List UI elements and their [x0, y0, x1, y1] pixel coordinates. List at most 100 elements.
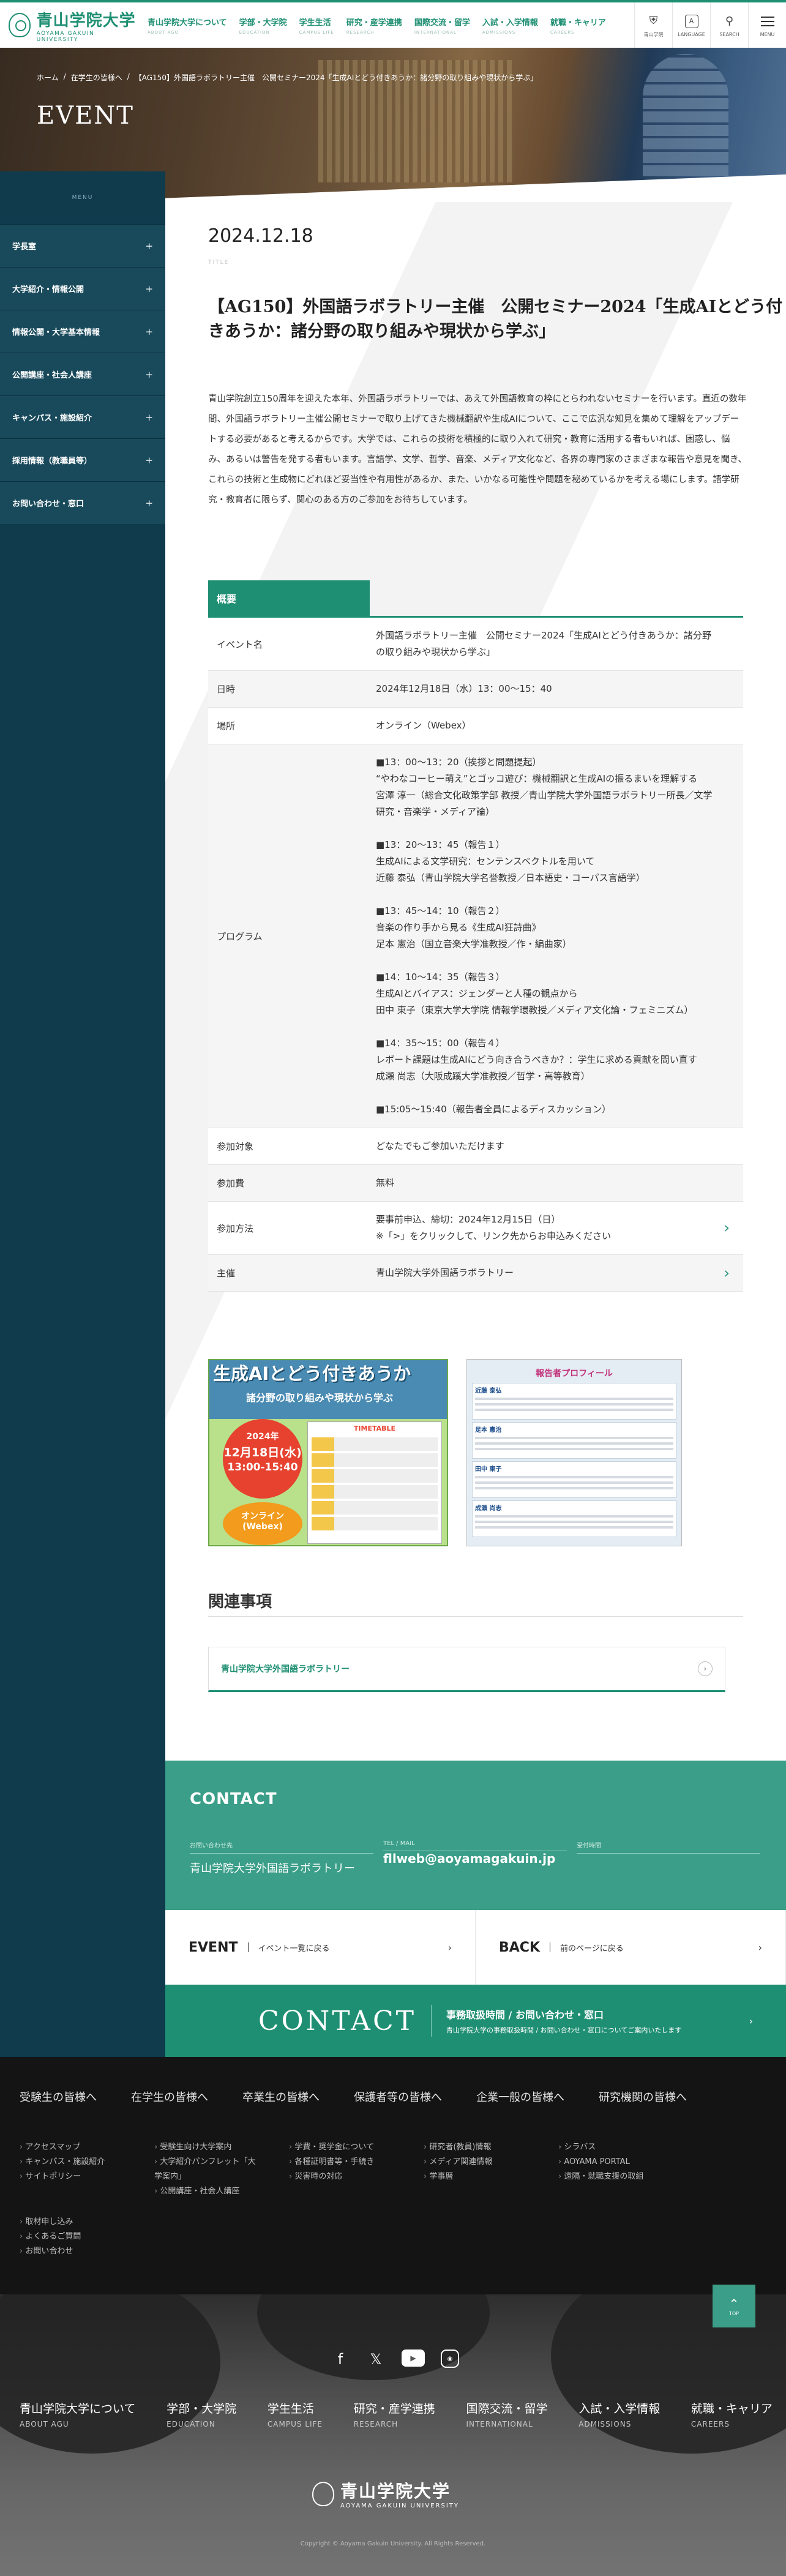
- fnav-admissions[interactable]: 入試・入学情報 ADMISSIONS: [578, 2400, 660, 2428]
- instagram-icon[interactable]: ◉: [441, 2349, 459, 2369]
- footer-global-nav: 青山学院大学について ABOUT AGU 学部・大学院 EDUCATION 学生生活…: [20, 2400, 773, 2428]
- host-link-arrow-icon[interactable]: ›: [724, 1265, 730, 1281]
- gnav-about[interactable]: 青山学院大学について ABOUT AGU: [148, 16, 227, 35]
- footer-link[interactable]: お問い合わせ: [20, 2244, 786, 2259]
- gnav-research[interactable]: 研究・産学連携 RESEARCH: [346, 16, 402, 35]
- event-list-button[interactable]: EVENT イベント一覧に戻る ›: [165, 1910, 476, 1985]
- footer-link[interactable]: 遠隔・就職支援の取組: [558, 2170, 662, 2184]
- sidebar-item-contact[interactable]: お問い合わせ・窓口 +: [0, 481, 165, 524]
- fnav-campus-life[interactable]: 学生生活 CAMPUS LIFE: [268, 2400, 323, 2428]
- gnav-admissions[interactable]: 入試・入学情報 ADMISSIONS: [482, 16, 538, 35]
- sidebar-item-open-lectures[interactable]: 公開講座・社会人講座 +: [0, 353, 165, 395]
- footer-link[interactable]: 災害時の対応: [289, 2170, 393, 2184]
- fnav-careers[interactable]: 就職・キャリア CAREERS: [691, 2400, 773, 2428]
- sidebar-item-disclosure[interactable]: 情報公開・大学基本情報 +: [0, 310, 165, 353]
- overview-tab: 概要: [208, 580, 370, 616]
- table-row-program: プログラム ■13：00～13：20（挨拶と問題提起） “やわなコーヒー萌え”とゴ…: [208, 744, 743, 1128]
- gnav-campus-life[interactable]: 学生生活 CAMPUS LIFE: [299, 16, 334, 35]
- footer-link[interactable]: アクセスマップ: [20, 2140, 124, 2155]
- plus-icon: +: [145, 369, 153, 380]
- gnav-education[interactable]: 学部・大学院 EDUCATION: [239, 16, 287, 35]
- footer-link[interactable]: よくあるご質問: [20, 2230, 786, 2244]
- fnav-education[interactable]: 学部・大学院 EDUCATION: [167, 2400, 236, 2428]
- footer-link[interactable]: 各種証明書等・手続き: [289, 2155, 393, 2170]
- event-flyer-front[interactable]: 生成AIとどう付きあうか 諸分野の取り組みや現状から学ぶ 2024年 12月18…: [208, 1359, 448, 1546]
- header-utility: ⛨ 青山学院 A LANGUAGE ⚲ SEARCH MENU: [634, 2, 786, 48]
- youtube-icon[interactable]: ▶: [402, 2349, 425, 2369]
- breadcrumb-students[interactable]: 在学生の皆様へ: [71, 72, 122, 83]
- site-logo[interactable]: 青山学院大学 AOYAMA GAKUIN UNIVERSITY: [0, 8, 138, 43]
- sidebar-item-about[interactable]: 大学紹介・情報公開 +: [0, 267, 165, 310]
- flyer-timetable: TIMETABLE: [307, 1421, 442, 1544]
- table-row: 参加対象 どなたでもご参加いただけます: [208, 1128, 743, 1165]
- page-top-button[interactable]: ⌃ TOP: [713, 2285, 755, 2327]
- footer-link[interactable]: シラバス: [558, 2140, 662, 2155]
- arrow-up-icon: ⌃: [728, 2296, 739, 2311]
- university-emblem-icon: [312, 2481, 334, 2506]
- footer-link[interactable]: メディア関連情報: [424, 2155, 528, 2170]
- contact-banner[interactable]: CONTACT 事務取扱時間 / お問い合わせ・窓口 青山学院大学の事務取扱時間…: [165, 1985, 786, 2057]
- contact-email[interactable]: fllweb@aoyamagakuin.jp: [383, 1851, 555, 1866]
- plus-icon: +: [145, 454, 153, 466]
- footer-logo[interactable]: 青山学院大学 AOYAMA GAKUIN UNIVERSITY: [312, 2478, 459, 2509]
- language-icon: A: [684, 13, 698, 29]
- sidebar: MENU 学長室 + 大学紹介・情報公開 + 情報公開・大学基本情報 + 公開講座・社…: [0, 171, 165, 2057]
- table-row: 参加費 無料: [208, 1165, 743, 1202]
- footer-link[interactable]: 受験生向け大学案内: [154, 2140, 258, 2155]
- footer-link[interactable]: 取材申し込み: [20, 2215, 786, 2230]
- breadcrumb: ホーム / 在学生の皆様へ / 【AG150】外国語ラボラトリー主催 公開セミナー2…: [37, 72, 538, 83]
- footer-companies[interactable]: 企業一般の皆様へ: [476, 2089, 564, 2105]
- contact-department: 青山学院大学外国語ラボラトリー: [190, 1862, 355, 1875]
- sidebar-item-campus[interactable]: キャンパス・施設紹介 +: [0, 395, 165, 438]
- sidebar-heading: MENU: [72, 195, 94, 201]
- x-icon[interactable]: 𝕏: [366, 2349, 386, 2369]
- related-link-fll[interactable]: 青山学院大学外国語ラボラトリー ›: [208, 1647, 725, 1692]
- chevron-right-icon: ›: [698, 1661, 713, 1676]
- title-label: TITLE: [208, 260, 230, 266]
- breadcrumb-home[interactable]: ホーム: [37, 72, 59, 83]
- flyer-date-badge: 2024年 12月18日(水) 13:00-15:40: [223, 1419, 302, 1499]
- campus-photo: [0, 2294, 786, 2576]
- logo-en: AOYAMA GAKUIN UNIVERSITY: [36, 30, 95, 43]
- gnav-careers[interactable]: 就職・キャリア CAREERS: [550, 16, 606, 35]
- footer-research[interactable]: 研究機関の皆様へ: [599, 2089, 687, 2105]
- footer-link[interactable]: 大学紹介パンフレット「大学案内」: [154, 2155, 258, 2184]
- footer-applicants[interactable]: 受験生の皆様へ: [20, 2089, 97, 2105]
- search-icon: ⚲: [725, 15, 734, 28]
- footer-link[interactable]: AOYAMA PORTAL: [558, 2155, 662, 2170]
- footer-link[interactable]: 学費・奨学金について: [289, 2140, 393, 2155]
- footer-link[interactable]: 学事暦: [424, 2170, 528, 2184]
- event-date: 2024.12.18: [208, 225, 313, 247]
- table-row-apply: 参加方法 要事前申込、締切：2024年12月15日（日） ※「>」をクリックして…: [208, 1202, 743, 1255]
- event-flyer-back[interactable]: 報告者プロフィール 近藤 泰弘 足本 憲治 田中 東子 成瀬 尚志: [466, 1359, 682, 1546]
- footer-link[interactable]: 研究者(教員)情報: [424, 2140, 528, 2155]
- fnav-research[interactable]: 研究・産学連携 RESEARCH: [354, 2400, 435, 2428]
- contact-panel: CONTACT お問い合わせ先 青山学院大学外国語ラボラトリー TEL / MA…: [165, 1761, 786, 1910]
- back-button[interactable]: BACK 前のページに戻る ›: [476, 1910, 786, 1985]
- menu-button[interactable]: MENU: [748, 2, 786, 48]
- plus-icon: +: [145, 283, 153, 294]
- arrow-right-icon: ›: [447, 1941, 452, 1953]
- social-links: f 𝕏 ▶ ◉: [331, 2349, 459, 2369]
- facebook-icon[interactable]: f: [331, 2349, 350, 2369]
- footer-alumni[interactable]: 卒業生の皆様へ: [242, 2089, 320, 2105]
- footer-links: アクセスマップキャンパス・施設紹介サイトポリシー 受験生向け大学案内大学紹介パン…: [0, 2105, 786, 2199]
- plus-icon: +: [145, 326, 153, 337]
- footer-link[interactable]: 公開講座・社会人講座: [154, 2184, 258, 2199]
- search-button[interactable]: ⚲ SEARCH: [710, 2, 748, 48]
- sidebar-item-recruit[interactable]: 採用情報（教職員等） +: [0, 438, 165, 481]
- aoyama-gakuin-link[interactable]: ⛨ 青山学院: [634, 2, 672, 48]
- event-title: 【AG150】外国語ラボラトリー主催 公開セミナー2024「生成AIとどう付きあ…: [208, 298, 783, 341]
- table-row: イベント名 外国語ラボラトリー主催 公開セミナー2024「生成AIとどう付きあう…: [208, 618, 743, 671]
- footer-guardians[interactable]: 保護者等の皆様へ: [354, 2089, 442, 2105]
- apply-link-arrow-icon[interactable]: ›: [724, 1219, 730, 1237]
- sidebar-item-president[interactable]: 学長室 +: [0, 224, 165, 267]
- footer-link[interactable]: サイトポリシー: [20, 2170, 124, 2184]
- footer-link[interactable]: キャンパス・施設紹介: [20, 2155, 124, 2170]
- gnav-international[interactable]: 国際交流・留学 INTERNATIONAL: [414, 16, 470, 35]
- language-button[interactable]: A LANGUAGE: [672, 2, 710, 48]
- event-lead: 青山学院創立150周年を迎えた本年、外国語ラボラトリーでは、あえて外国語教育の枠…: [208, 394, 747, 505]
- fnav-international[interactable]: 国際交流・留学 INTERNATIONAL: [466, 2400, 547, 2428]
- footer-students[interactable]: 在学生の皆様へ: [131, 2089, 208, 2105]
- fnav-about[interactable]: 青山学院大学について ABOUT AGU: [20, 2400, 135, 2428]
